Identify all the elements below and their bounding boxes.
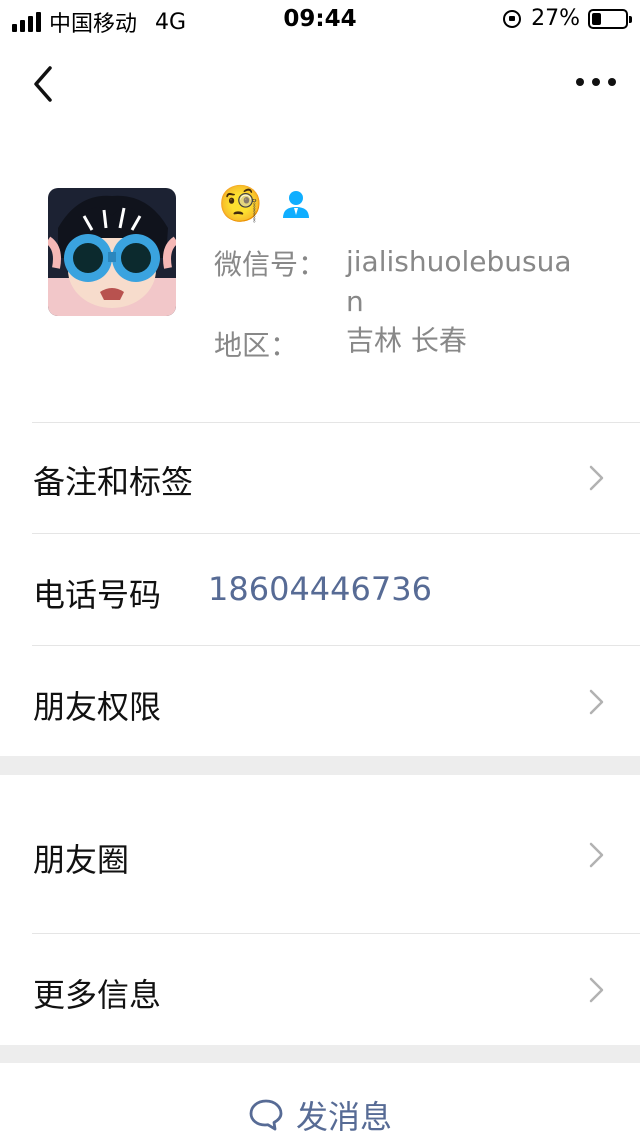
phone-label: 电话号码 <box>33 576 162 614</box>
chevron-left-icon[interactable] <box>28 62 68 106</box>
send-message-label: 发消息 <box>295 1098 392 1136</box>
remark-tags-label: 备注和标签 <box>33 463 194 501</box>
battery-icon <box>588 8 632 29</box>
chevron-right-icon <box>589 689 604 715</box>
wechat-id-label: 微信号： <box>214 248 327 281</box>
section-separator <box>0 756 640 775</box>
chat-bubble-icon <box>249 1099 283 1131</box>
wechat-id-value: jialishuolebusuan <box>346 245 572 318</box>
status-right: 27% <box>503 6 632 31</box>
more-info-label: 更多信息 <box>33 976 162 1014</box>
phone-number-link[interactable]: 18604446736 <box>208 570 432 608</box>
friend-permissions-row[interactable]: 朋友权限 <box>0 646 640 756</box>
avatar[interactable] <box>48 188 176 316</box>
section-separator <box>0 1045 640 1063</box>
orientation-lock-icon <box>503 9 522 28</box>
nickname-emoji: 🧐 <box>218 184 263 225</box>
contact-person-icon <box>283 191 309 218</box>
moments-label: 朋友圈 <box>33 841 130 879</box>
battery-percentage: 27% <box>531 6 580 31</box>
more-info-row[interactable]: 更多信息 <box>0 934 640 1045</box>
more-dots-icon[interactable] <box>576 70 616 94</box>
remark-tags-row[interactable]: 备注和标签 <box>0 423 640 533</box>
chevron-right-icon <box>589 465 604 491</box>
region-label: 地区： <box>214 329 299 362</box>
send-message-button[interactable]: 发消息 <box>0 1090 640 1140</box>
moments-row[interactable]: 朋友圈 <box>0 775 640 933</box>
chevron-right-icon <box>589 842 604 868</box>
phone-row: 电话号码 18604446736 <box>0 534 640 645</box>
chevron-right-icon <box>589 977 604 1003</box>
friend-permissions-label: 朋友权限 <box>33 688 162 726</box>
region-value: 吉林 长春 <box>346 324 467 357</box>
status-bar: 中国移动 4G 09:44 27% <box>0 0 640 40</box>
battery-level <box>592 12 601 25</box>
